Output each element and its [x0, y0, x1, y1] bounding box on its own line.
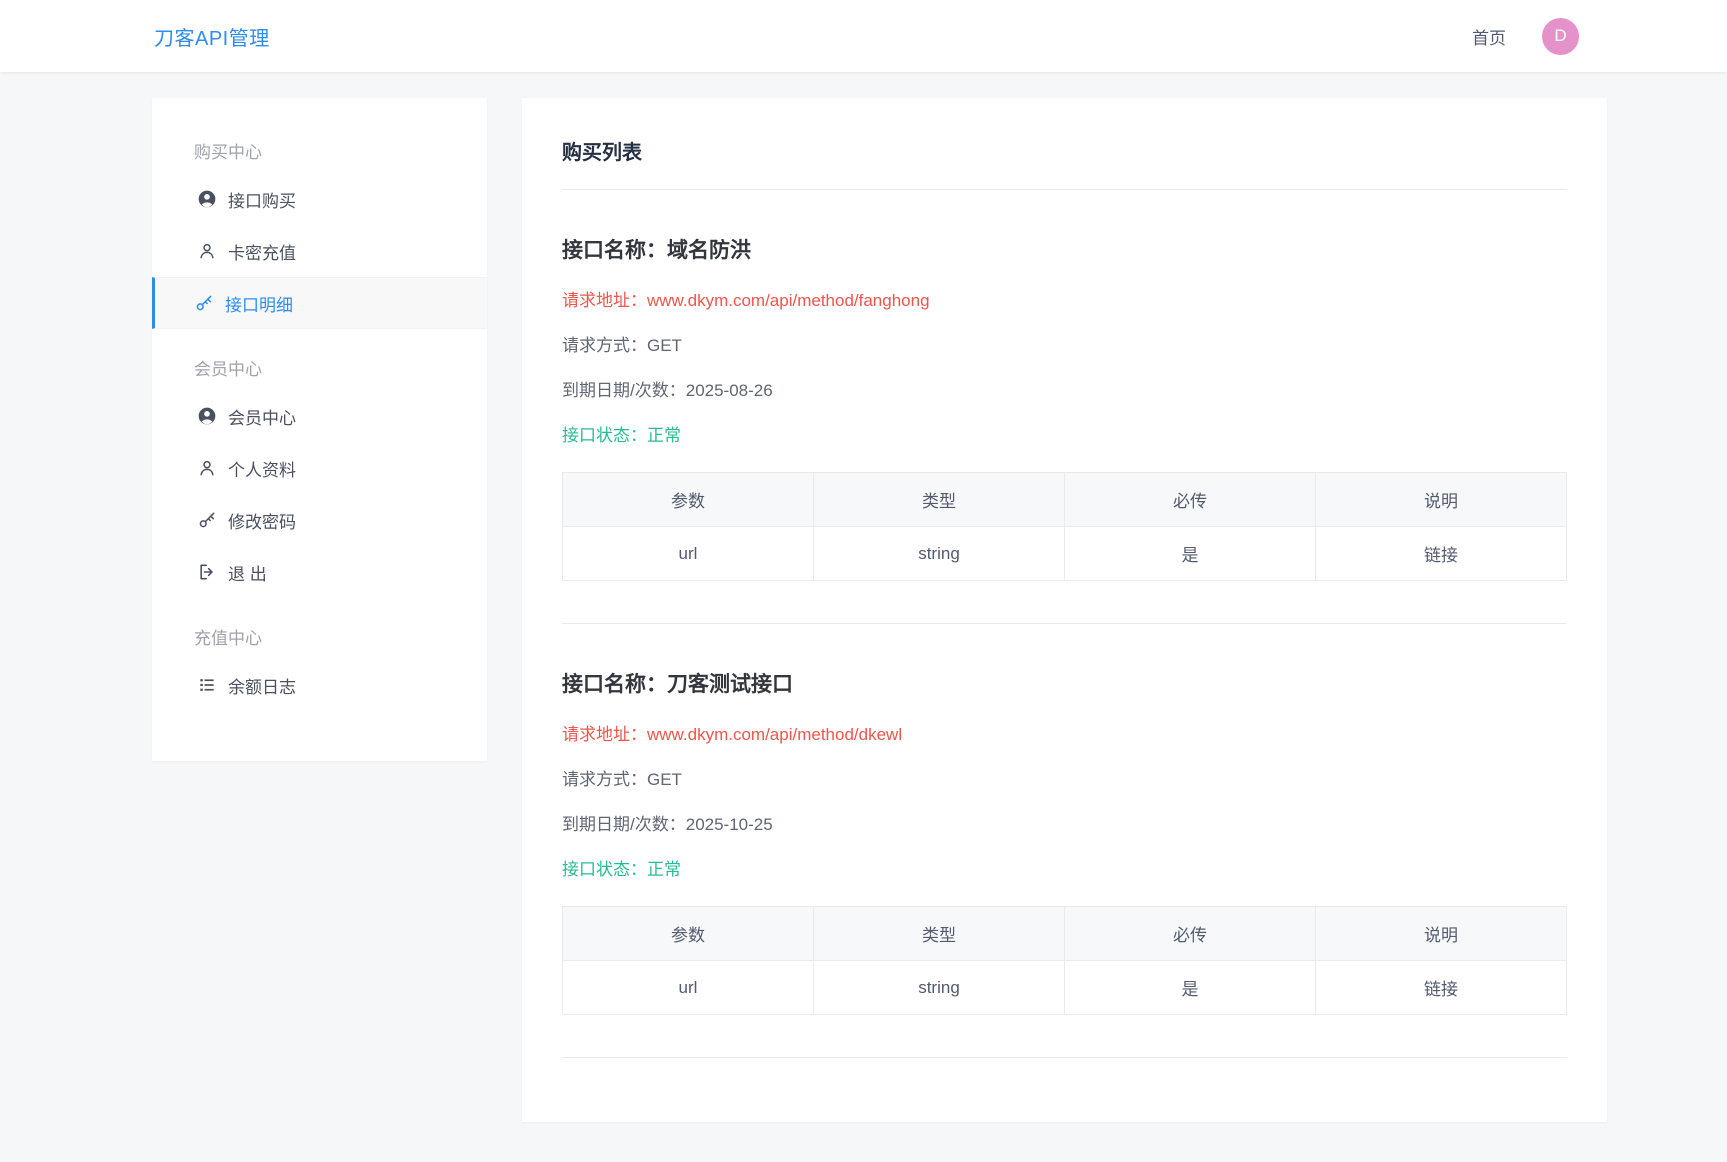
user-circle-icon: [197, 189, 217, 209]
sidebar-item-label: 个人资料: [228, 460, 296, 480]
block-divider: [562, 623, 1567, 624]
sign-out-icon: [197, 562, 217, 582]
cell-type: string: [813, 960, 1065, 1015]
sidebar-item-member-center[interactable]: 会员中心: [152, 390, 487, 442]
app-title[interactable]: 刀客API管理: [154, 22, 270, 51]
cell-type: string: [813, 526, 1065, 581]
block-divider: [562, 1057, 1567, 1058]
key-icon: [197, 510, 217, 530]
api-name-value: 域名防洪: [667, 239, 751, 262]
user-avatar[interactable]: D: [1542, 17, 1579, 55]
user-outline-icon: [197, 458, 217, 478]
sidebar-section-recharge-center: 充值中心: [194, 629, 262, 648]
sidebar-item-label: 修改密码: [228, 512, 296, 532]
expire-value: 2025-08-26: [685, 381, 773, 400]
user-circle-icon: [197, 406, 217, 426]
param-table: 参数 类型 必传 说明 url string 是 链接: [562, 906, 1567, 1015]
col-param: 参数: [562, 472, 814, 527]
sidebar-section-member-center: 会员中心: [194, 360, 262, 379]
expire-label: 到期日期/次数：: [562, 381, 686, 400]
request-method-label: 请求方式：: [562, 336, 647, 355]
sidebar-item-label: 退 出: [228, 564, 267, 584]
api-name-label: 接口名称：: [562, 673, 667, 696]
api-request-url: 请求地址：www.dkym.com/api/method/dkewl: [562, 720, 1567, 745]
user-outline-icon: [197, 241, 217, 261]
cell-desc: 链接: [1315, 960, 1567, 1015]
sidebar-item-label: 会员中心: [228, 408, 296, 428]
param-table-row: url string 是 链接: [562, 526, 1567, 581]
page-title: 购买列表: [562, 142, 642, 164]
api-status: 接口状态：正常: [562, 855, 1567, 880]
key-icon: [194, 293, 214, 313]
sidebar-item-label: 接口明细: [225, 295, 293, 315]
sidebar-item-balance-log[interactable]: 余额日志: [152, 659, 487, 711]
col-desc: 说明: [1315, 472, 1567, 527]
expire-label: 到期日期/次数：: [562, 815, 686, 834]
cell-param: url: [562, 960, 814, 1015]
col-type: 类型: [813, 906, 1065, 961]
sidebar-section-purchase-center: 购买中心: [194, 143, 262, 162]
api-request-method: 请求方式：GET: [562, 765, 1567, 790]
param-table-header-row: 参数 类型 必传 说明: [562, 472, 1567, 527]
api-block-fanghong: 接口名称：域名防洪 请求地址：www.dkym.com/api/method/f…: [562, 234, 1567, 624]
api-name-value: 刀客测试接口: [667, 673, 793, 696]
request-url-label: 请求地址：: [562, 725, 647, 744]
sidebar-item-change-password[interactable]: 修改密码: [152, 494, 487, 546]
sidebar-item-api-purchase[interactable]: 接口购买: [152, 173, 487, 225]
api-name: 接口名称：刀客测试接口: [562, 668, 1567, 698]
api-block-dkewl: 接口名称：刀客测试接口 请求地址：www.dkym.com/api/method…: [562, 668, 1567, 1058]
sidebar-item-label: 接口购买: [228, 191, 296, 211]
title-divider: [562, 189, 1567, 190]
param-table-row: url string 是 链接: [562, 960, 1567, 1015]
param-table: 参数 类型 必传 说明 url string 是 链接: [562, 472, 1567, 581]
sidebar-item-logout[interactable]: 退 出: [152, 546, 487, 598]
request-method-label: 请求方式：: [562, 770, 647, 789]
request-url-label: 请求地址：: [562, 291, 647, 310]
list-icon: [197, 675, 217, 695]
col-type: 类型: [813, 472, 1065, 527]
sidebar-item-profile[interactable]: 个人资料: [152, 442, 487, 494]
api-status: 接口状态：正常: [562, 421, 1567, 446]
col-param: 参数: [562, 906, 814, 961]
col-desc: 说明: [1315, 906, 1567, 961]
param-table-header-row: 参数 类型 必传 说明: [562, 906, 1567, 961]
col-required: 必传: [1064, 906, 1316, 961]
purchase-list-card: 购买列表 接口名称：域名防洪 请求地址：www.dkym.com/api/met…: [522, 98, 1607, 1122]
api-expire: 到期日期/次数：2025-10-25: [562, 810, 1567, 835]
status-label: 接口状态：: [562, 426, 647, 445]
cell-required: 是: [1064, 526, 1316, 581]
page-body: 购买中心 接口购买 卡密充值 接口明细 会员中心 会员中心 个人资料 修改密码 …: [0, 72, 1727, 1162]
expire-value: 2025-10-25: [685, 815, 773, 834]
status-value: 正常: [647, 860, 681, 879]
request-method-value: GET: [647, 770, 682, 789]
sidebar-item-api-detail[interactable]: 接口明细: [152, 277, 487, 329]
sidebar-item-label: 余额日志: [228, 677, 296, 697]
api-expire: 到期日期/次数：2025-08-26: [562, 376, 1567, 401]
avatar-letter: D: [1554, 26, 1567, 45]
api-name-label: 接口名称：: [562, 239, 667, 262]
top-header: 刀客API管理 首页 D: [0, 0, 1727, 72]
api-request-url: 请求地址：www.dkym.com/api/method/fanghong: [562, 286, 1567, 311]
sidebar: 购买中心 接口购买 卡密充值 接口明细 会员中心 会员中心 个人资料 修改密码 …: [152, 98, 487, 761]
api-request-method: 请求方式：GET: [562, 331, 1567, 356]
col-required: 必传: [1064, 472, 1316, 527]
cell-param: url: [562, 526, 814, 581]
sidebar-item-label: 卡密充值: [228, 243, 296, 263]
cell-desc: 链接: [1315, 526, 1567, 581]
nav-home-link[interactable]: 首页: [1472, 24, 1506, 49]
status-value: 正常: [647, 426, 681, 445]
sidebar-item-card-recharge[interactable]: 卡密充值: [152, 225, 487, 277]
request-method-value: GET: [647, 336, 682, 355]
request-url-value: www.dkym.com/api/method/dkewl: [647, 725, 903, 744]
status-label: 接口状态：: [562, 860, 647, 879]
cell-required: 是: [1064, 960, 1316, 1015]
header-right: 首页 D: [1472, 17, 1579, 55]
request-url-value: www.dkym.com/api/method/fanghong: [647, 291, 930, 310]
api-name: 接口名称：域名防洪: [562, 234, 1567, 264]
